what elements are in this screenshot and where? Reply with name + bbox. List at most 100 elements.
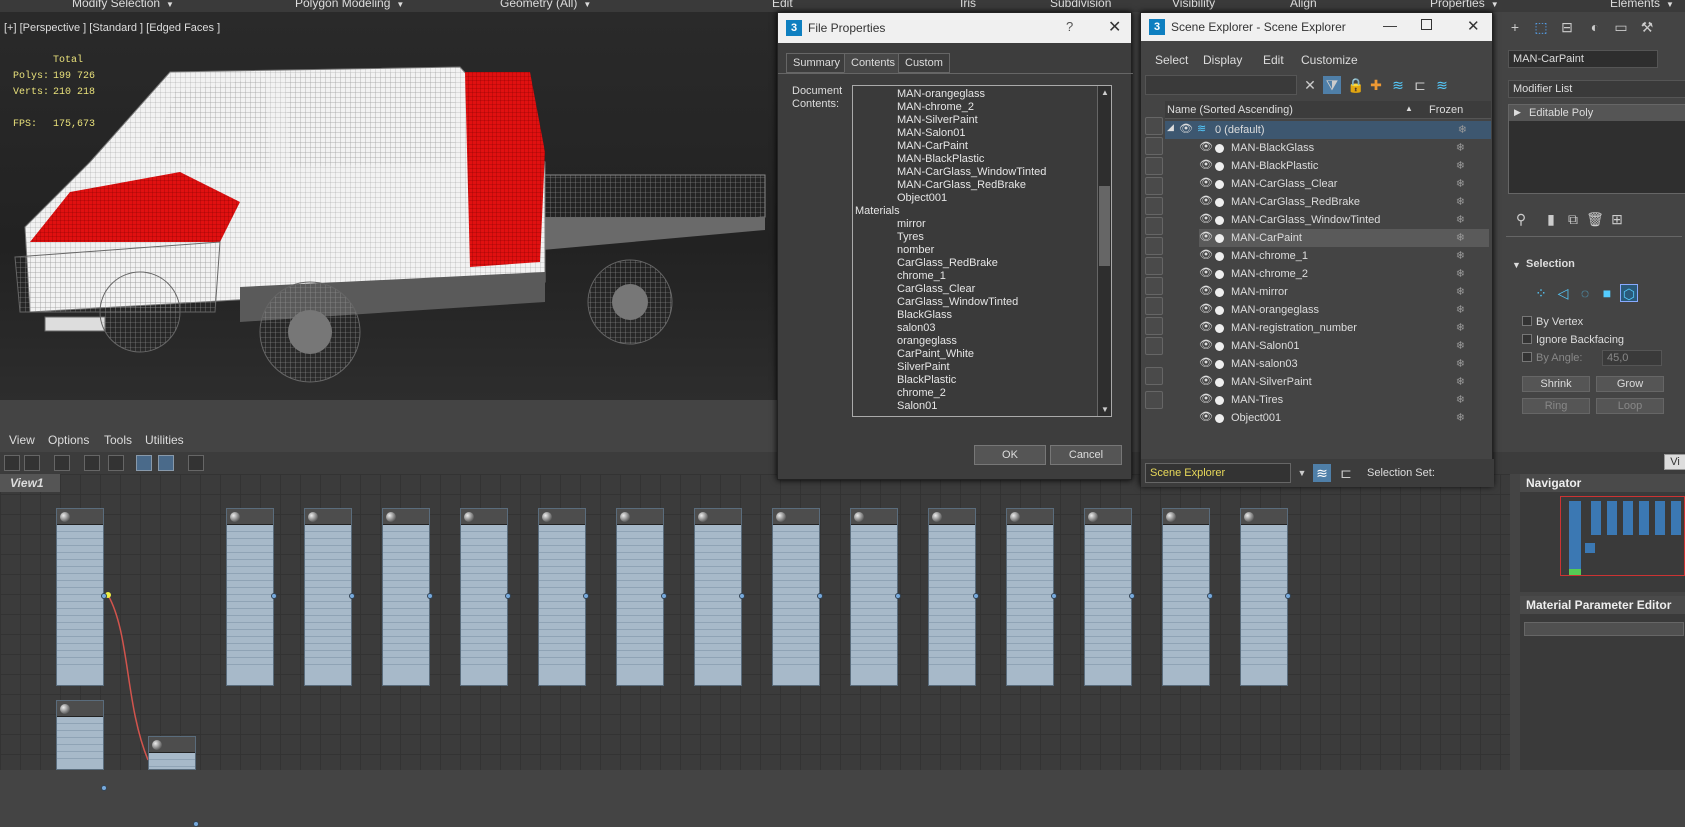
node-slot[interactable]: [57, 560, 103, 567]
frozen-icon[interactable]: ❄: [1456, 357, 1465, 370]
node-slot[interactable]: [383, 553, 429, 560]
scene-explorer-titlebar[interactable]: 3 Scene Explorer - Scene Explorer — ✕: [1141, 13, 1492, 41]
node-slot[interactable]: [461, 539, 507, 546]
node-slot[interactable]: [305, 574, 351, 581]
node-slot[interactable]: [383, 637, 429, 644]
cancel-button[interactable]: Cancel: [1050, 445, 1122, 465]
node-slot[interactable]: [773, 616, 819, 623]
node-slot[interactable]: [1007, 567, 1053, 574]
slate-node-editor[interactable]: [0, 474, 1510, 827]
node-slot[interactable]: [929, 651, 975, 658]
material-node[interactable]: [616, 508, 667, 686]
node-slot[interactable]: [1241, 658, 1287, 665]
node-slot[interactable]: [1085, 616, 1131, 623]
node-slot[interactable]: [1163, 609, 1209, 616]
material-node[interactable]: [1084, 508, 1135, 686]
node-slot[interactable]: [1241, 644, 1287, 651]
vertex-mode-icon[interactable]: ⁘: [1532, 284, 1550, 302]
node-slot[interactable]: [57, 546, 103, 553]
help-icon[interactable]: ?: [1066, 19, 1073, 34]
node-slot[interactable]: [929, 525, 975, 532]
frozen-icon[interactable]: ❄: [1456, 195, 1465, 208]
node-slot[interactable]: [57, 623, 103, 630]
node-slot[interactable]: [773, 567, 819, 574]
scene-object-row[interactable]: 👁 Object001 ❄: [1199, 409, 1489, 427]
eye-icon[interactable]: 👁: [1199, 158, 1213, 171]
vi-button[interactable]: Vi: [1664, 454, 1685, 470]
frozen-icon[interactable]: ❄: [1456, 339, 1465, 352]
menu-options[interactable]: Options: [48, 433, 89, 447]
node-slot[interactable]: [617, 532, 663, 539]
output-port[interactable]: [895, 593, 901, 599]
eye-icon[interactable]: 👁: [1199, 410, 1213, 423]
node-slot[interactable]: [695, 595, 741, 602]
scene-object-row[interactable]: 👁 MAN-Salon01 ❄: [1199, 337, 1489, 355]
node-slot[interactable]: [383, 595, 429, 602]
node-slot[interactable]: [57, 658, 103, 665]
assign-material-icon[interactable]: [54, 455, 70, 471]
node-slot[interactable]: [695, 574, 741, 581]
node-slot[interactable]: [57, 539, 103, 546]
output-port[interactable]: [1207, 593, 1213, 599]
node-slot[interactable]: [695, 539, 741, 546]
node-slot[interactable]: [1007, 658, 1053, 665]
node-slot[interactable]: [305, 658, 351, 665]
render-dot-icon[interactable]: [1215, 252, 1224, 261]
node-slot[interactable]: [57, 525, 103, 532]
node-slot[interactable]: [1085, 581, 1131, 588]
output-port[interactable]: [817, 593, 823, 599]
node-slot[interactable]: [695, 651, 741, 658]
layers-icon[interactable]: ≋: [1389, 76, 1407, 94]
node-slot[interactable]: [539, 546, 585, 553]
node-slot[interactable]: [773, 644, 819, 651]
node-slot[interactable]: [539, 539, 585, 546]
render-dot-icon[interactable]: [1215, 180, 1224, 189]
node-slot[interactable]: [461, 616, 507, 623]
node-slot[interactable]: [617, 553, 663, 560]
node-slot[interactable]: [695, 581, 741, 588]
minimize-icon[interactable]: —: [1383, 17, 1397, 33]
render-dot-icon[interactable]: [1215, 396, 1224, 405]
render-dot-icon[interactable]: [1215, 198, 1224, 207]
material-node[interactable]: [460, 508, 511, 686]
eye-icon[interactable]: 👁: [1199, 356, 1213, 369]
eye-icon[interactable]: 👁: [1199, 392, 1213, 405]
node-slot[interactable]: [773, 532, 819, 539]
tab-summary[interactable]: Summary: [786, 53, 848, 73]
output-port[interactable]: [101, 785, 107, 791]
node-slot[interactable]: [1163, 553, 1209, 560]
node-slot[interactable]: [1163, 651, 1209, 658]
node-slot[interactable]: [617, 588, 663, 595]
node-slot[interactable]: [305, 532, 351, 539]
node-slot[interactable]: [57, 745, 103, 752]
node-slot[interactable]: [851, 651, 897, 658]
node-slot[interactable]: [383, 532, 429, 539]
filter-icon[interactable]: ⧩: [1323, 76, 1341, 94]
node-slot[interactable]: [1241, 539, 1287, 546]
material-node[interactable]: [1240, 508, 1291, 686]
se-menu-edit[interactable]: Edit: [1263, 53, 1284, 67]
frozen-icon[interactable]: ❄: [1456, 231, 1465, 244]
frozen-icon[interactable]: ❄: [1456, 321, 1465, 334]
render-dot-icon[interactable]: [1215, 270, 1224, 279]
eye-icon[interactable]: 👁: [1199, 374, 1213, 387]
node-slot[interactable]: [1241, 609, 1287, 616]
node-slot[interactable]: [617, 581, 663, 588]
node-slot[interactable]: [617, 595, 663, 602]
node-slot[interactable]: [539, 560, 585, 567]
node-slot[interactable]: [929, 567, 975, 574]
grow-button[interactable]: Grow: [1596, 376, 1664, 392]
node-slot[interactable]: [57, 724, 103, 731]
hierarchy-icon[interactable]: ⊏: [1411, 76, 1429, 94]
node-slot[interactable]: [1007, 644, 1053, 651]
node-slot[interactable]: [851, 532, 897, 539]
node-slot[interactable]: [1163, 532, 1209, 539]
ok-button[interactable]: OK: [974, 445, 1046, 465]
material-node[interactable]: [850, 508, 901, 686]
node-slot[interactable]: [227, 630, 273, 637]
node-slot[interactable]: [851, 616, 897, 623]
node-slot[interactable]: [1241, 574, 1287, 581]
menu-view[interactable]: View: [9, 433, 35, 447]
by-vertex-checkbox[interactable]: By Vertex: [1522, 316, 1583, 328]
node-header[interactable]: [695, 509, 741, 525]
